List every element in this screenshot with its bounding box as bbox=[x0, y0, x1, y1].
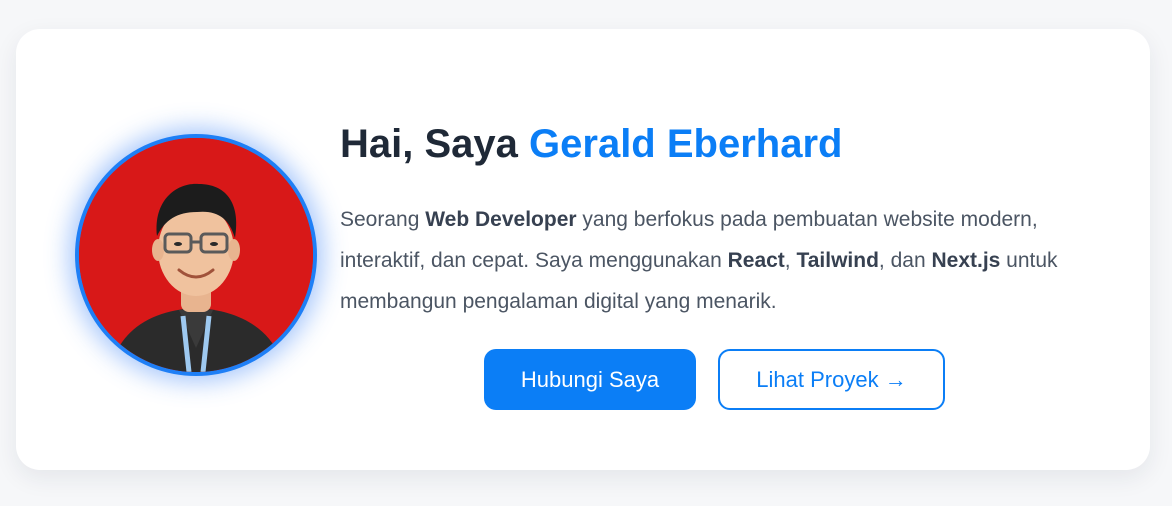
bio-segment: Seorang bbox=[340, 208, 426, 231]
profile-photo-icon bbox=[79, 138, 313, 372]
bio-segment: , bbox=[784, 249, 797, 272]
page-title: Hai, Saya Gerald Eberhard bbox=[340, 117, 842, 171]
bio-highlight-tailwind: Tailwind bbox=[796, 249, 879, 272]
bio-highlight-web-developer: Web Developer bbox=[425, 208, 577, 231]
greeting-text: Hai, Saya bbox=[340, 122, 530, 166]
hero-card: Hai, Saya Gerald Eberhard Seorang Web De… bbox=[16, 29, 1150, 470]
bio-segment: , dan bbox=[878, 249, 932, 272]
bio-text: Seorang Web Developer yang berfokus pada… bbox=[340, 199, 1070, 322]
name-text: Gerald Eberhard bbox=[529, 122, 843, 166]
avatar bbox=[75, 134, 317, 376]
bio-highlight-react: React bbox=[727, 249, 785, 272]
bio-highlight-nextjs: Next.js bbox=[931, 249, 1001, 272]
contact-button[interactable]: Hubungi Saya bbox=[484, 349, 696, 410]
view-projects-button[interactable]: Lihat Proyek → bbox=[718, 349, 945, 410]
